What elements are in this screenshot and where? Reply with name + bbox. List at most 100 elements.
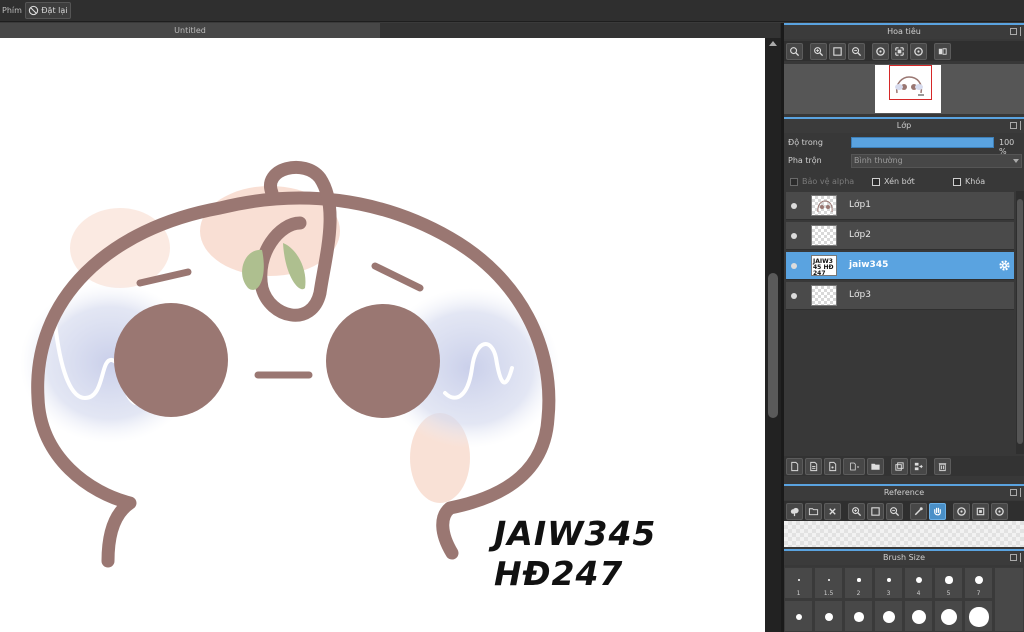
folder-icon <box>871 463 880 470</box>
side-panel: Hoa tiêu Lớp Độ trong 100 % Pha trộn Bìn… <box>784 23 1024 632</box>
brush-size-preset[interactable]: 2 <box>844 567 873 599</box>
visibility-icon[interactable] <box>791 263 797 269</box>
scroll-up-icon[interactable] <box>769 41 777 46</box>
popout-icon[interactable] <box>1010 554 1017 561</box>
visibility-icon[interactable] <box>791 233 797 239</box>
rotate-left-button[interactable] <box>872 42 889 60</box>
popout-icon[interactable] <box>1010 28 1017 35</box>
reset-button[interactable]: Đặt lại <box>24 2 71 19</box>
rotate-right-button[interactable] <box>910 42 927 60</box>
brush-dot-icon <box>912 610 926 624</box>
brush-size-preset[interactable] <box>874 600 903 632</box>
close-panel-icon[interactable] <box>1020 553 1023 562</box>
brush-dot-icon <box>854 612 864 622</box>
close-panel-icon[interactable] <box>1020 488 1023 497</box>
layer-thumb-art <box>817 200 833 213</box>
lock-checkbox[interactable]: Khóa <box>953 177 985 186</box>
brush-size-grid: 1 1.5 2 3 4 5 7 <box>784 567 1024 632</box>
brush-dot-icon <box>974 575 984 585</box>
hand-tool-button[interactable] <box>929 502 946 520</box>
new-folder-button[interactable] <box>867 457 884 475</box>
ref-zoom-in-button[interactable] <box>848 502 865 520</box>
brush-size-preset[interactable]: 1 <box>784 567 813 599</box>
new-raster-layer-button[interactable] <box>805 457 822 475</box>
brush-size-preset[interactable]: 4 <box>904 567 933 599</box>
zoom-fit-button[interactable] <box>786 42 803 60</box>
close-panel-icon[interactable] <box>1020 121 1023 130</box>
zoom-in-button[interactable] <box>810 42 827 60</box>
brush-size-preset[interactable] <box>964 600 993 632</box>
brush-size-preset[interactable] <box>814 600 843 632</box>
brush-size-preset[interactable]: 3 <box>874 567 903 599</box>
navigator-toolbar <box>784 41 1024 61</box>
navigator-preview[interactable] <box>784 64 1024 114</box>
trash-icon <box>938 462 947 471</box>
zoom-out-icon <box>890 506 900 516</box>
blend-mode-value: Bình thường <box>854 156 903 165</box>
layer-toolbar <box>784 456 1024 476</box>
layer-row[interactable]: Lớp1 <box>786 192 1014 220</box>
reset-view-button[interactable] <box>891 42 908 60</box>
layer-list: Lớp1 Lớp2 JAIW345 HĐ247 jaiw345 Lớp3 <box>784 191 1024 454</box>
brush-size-preset[interactable] <box>994 567 1024 632</box>
ref-rotate-right-button[interactable] <box>991 502 1008 520</box>
new-tone-layer-button[interactable] <box>824 457 841 475</box>
scrollbar-thumb[interactable] <box>768 273 778 418</box>
canvas-vertical-scrollbar[interactable] <box>765 38 781 632</box>
eyedropper-button[interactable] <box>910 502 927 520</box>
drawing-canvas[interactable]: JAIW345 HĐ247 <box>0 38 765 632</box>
ref-fit-button[interactable] <box>867 502 884 520</box>
brush-size-preset[interactable] <box>904 600 933 632</box>
brush-size-preset[interactable] <box>934 600 963 632</box>
zoom-out-icon <box>852 46 862 56</box>
ref-reset-view-button[interactable] <box>972 502 989 520</box>
fit-icon <box>871 506 880 516</box>
brush-size-preset[interactable]: 5 <box>934 567 963 599</box>
layer-name: Lớp1 <box>849 200 871 210</box>
page-dots-icon <box>829 461 837 471</box>
popout-icon[interactable] <box>1010 489 1017 496</box>
reference-image-area[interactable] <box>784 521 1024 547</box>
duplicate-layer-button[interactable] <box>891 457 908 475</box>
fit-window-button[interactable] <box>829 42 846 60</box>
viewport-frame[interactable] <box>889 65 932 100</box>
visibility-icon[interactable] <box>791 203 797 209</box>
reset-label: Đặt lại <box>41 6 68 15</box>
clipping-checkbox[interactable]: Xén bớt <box>872 177 915 186</box>
flip-horizontal-button[interactable] <box>934 42 951 60</box>
scrollbar-thumb[interactable] <box>1017 199 1023 444</box>
close-panel-icon[interactable] <box>1020 27 1023 36</box>
protect-alpha-checkbox[interactable]: Bảo vệ alpha <box>790 177 854 186</box>
blend-mode-select[interactable]: Bình thường <box>851 154 1022 168</box>
document-tab[interactable]: Untitled <box>0 23 380 38</box>
ref-zoom-out-button[interactable] <box>886 502 903 520</box>
brush-size-preset[interactable]: 7 <box>964 567 993 599</box>
layer-row[interactable]: Lớp3 <box>786 282 1014 310</box>
navigator-thumbnail <box>875 65 941 113</box>
zoom-in-icon <box>852 506 862 516</box>
ref-rotate-left-button[interactable] <box>953 502 970 520</box>
new-layer-button[interactable] <box>786 457 803 475</box>
gear-icon[interactable] <box>998 259 1011 272</box>
delete-layer-button[interactable] <box>934 457 951 475</box>
visibility-icon[interactable] <box>791 293 797 299</box>
brush-size-preset[interactable]: 1.5 <box>814 567 843 599</box>
add-layer-menu-button[interactable] <box>843 457 865 475</box>
merge-layer-button[interactable] <box>910 457 927 475</box>
brush-size-label: 2 <box>856 590 861 597</box>
protect-alpha-label: Bảo vệ alpha <box>802 177 855 186</box>
prohibit-icon <box>29 5 39 16</box>
brush-size-preset[interactable] <box>844 600 873 632</box>
opacity-slider[interactable] <box>851 137 994 148</box>
popout-icon[interactable] <box>1010 122 1017 129</box>
brush-dot-icon <box>945 576 953 584</box>
rotate-left-icon <box>957 506 966 516</box>
layer-row-selected[interactable]: JAIW345 HĐ247 jaiw345 <box>786 252 1014 280</box>
cloud-button[interactable] <box>786 502 803 520</box>
open-image-button[interactable] <box>805 502 822 520</box>
layer-row[interactable]: Lớp2 <box>786 222 1014 250</box>
brush-size-preset[interactable] <box>784 600 813 632</box>
zoom-out-button[interactable] <box>848 42 865 60</box>
layer-list-scrollbar[interactable] <box>1016 191 1024 454</box>
close-image-button[interactable] <box>824 502 841 520</box>
